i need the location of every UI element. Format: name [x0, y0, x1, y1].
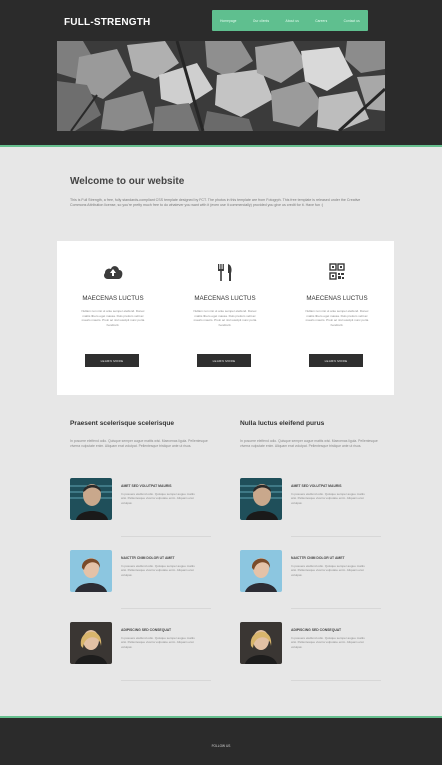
woman-photo: [240, 622, 282, 664]
divider: [121, 608, 211, 609]
list-item: NAICTTR CNIM DOLOR UT AMET In posuere el…: [70, 550, 220, 612]
nav-item-contact-us[interactable]: Contact us: [344, 19, 360, 23]
feature-title: MAECENAS LUCTUS: [306, 295, 368, 302]
features-panel: MAECENAS LUCTUS Nullam non nisi ut ante …: [57, 241, 394, 395]
feature-card: MAECENAS LUCTUS Nullam non nisi ut ante …: [169, 241, 281, 395]
learn-more-button[interactable]: LEARN MORE: [197, 354, 251, 367]
man-photo: [240, 478, 282, 520]
nav-item-careers[interactable]: Careers: [315, 19, 327, 23]
item-title[interactable]: AMET SED VOLUTPAT MAURIS: [121, 484, 172, 488]
footer-accent-line: [0, 716, 442, 718]
item-title[interactable]: ADIPISCING SED CONSEQUAT: [121, 628, 171, 632]
woman-photo: [70, 622, 112, 664]
cutlery-icon: [218, 264, 232, 281]
site-header: FULL-STRENGTH Homepage Our clients About…: [0, 0, 442, 147]
rocks-photo: [57, 40, 387, 133]
learn-more-button[interactable]: LEARN MORE: [85, 354, 139, 367]
hero-image: [57, 40, 387, 133]
feature-title: MAECENAS LUCTUS: [194, 295, 256, 302]
column-intro: In posuere eleifend odio. Quisque semper…: [240, 439, 378, 448]
list-item: ADIPISCING SED CONSEQUAT In posuere elei…: [240, 622, 390, 684]
item-text: In posuere eleifend odio. Quisque semper…: [121, 564, 195, 577]
main-nav: Homepage Our clients About us Careers Co…: [212, 10, 368, 31]
nav-item-our-clients[interactable]: Our clients: [253, 19, 269, 23]
site-logo[interactable]: FULL-STRENGTH: [64, 17, 150, 28]
item-text: In posuere eleifend odio. Quisque semper…: [291, 564, 365, 577]
divider: [121, 536, 211, 537]
feature-card: MAECENAS LUCTUS Nullam non nisi ut ante …: [57, 241, 169, 395]
divider: [291, 536, 381, 537]
right-column: Nulla luctus eleifend purus In posuere e…: [240, 420, 390, 449]
item-title[interactable]: NAICTTR CNIM DOLOR UT AMET: [291, 556, 345, 560]
divider: [121, 680, 211, 681]
item-text: In posuere eleifend odio. Quisque semper…: [291, 492, 365, 505]
item-text: In posuere eleifend odio. Quisque semper…: [121, 636, 195, 649]
left-column: Praesent scelerisque scelerisque In posu…: [70, 420, 220, 449]
item-text: In posuere eleifend odio. Quisque semper…: [291, 636, 365, 649]
feature-text: Nullam non nisi ut ante semper eleifend.…: [193, 309, 257, 327]
man-photo: [70, 478, 112, 520]
list-item: NAICTTR CNIM DOLOR UT AMET In posuere el…: [240, 550, 390, 612]
learn-more-button[interactable]: LEARN MORE: [309, 354, 363, 367]
item-title[interactable]: NAICTTR CNIM DOLOR UT AMET: [121, 556, 175, 560]
woman-photo: [240, 550, 282, 592]
feature-card: MAECENAS LUCTUS Nullam non nisi ut ante …: [281, 241, 393, 395]
column-intro: In posuere eleifend odio. Quisque semper…: [70, 439, 208, 448]
welcome-text: This is Full Strength, a free, fully sta…: [70, 198, 361, 208]
divider: [291, 680, 381, 681]
nav-item-about-us[interactable]: About us: [286, 19, 299, 23]
qrcode-icon: [329, 263, 345, 280]
item-title[interactable]: ADIPISCING SED CONSEQUAT: [291, 628, 341, 632]
item-text: In posuere eleifend odio. Quisque semper…: [121, 492, 195, 505]
column-title: Nulla luctus eleifend purus: [240, 420, 325, 427]
divider: [291, 608, 381, 609]
column-title: Praesent scelerisque scelerisque: [70, 420, 175, 427]
list-item: AMET SED VOLUTPAT MAURIS In posuere elei…: [240, 478, 390, 540]
site-footer: FOLLOW US: [0, 716, 442, 765]
footer-text[interactable]: FOLLOW US: [0, 744, 442, 748]
item-title[interactable]: AMET SED VOLUTPAT MAURIS: [291, 484, 342, 488]
feature-title: MAECENAS LUCTUS: [82, 295, 144, 302]
list-item: ADIPISCING SED CONSEQUAT In posuere elei…: [70, 622, 220, 684]
welcome-title: Welcome to our website: [70, 176, 185, 187]
feature-text: Nullam non nisi ut ante semper eleifend.…: [81, 309, 145, 327]
cloud-upload-icon: [104, 266, 123, 279]
woman-photo: [70, 550, 112, 592]
feature-text: Nullam non nisi ut ante semper eleifend.…: [305, 309, 369, 327]
list-item: AMET SED VOLUTPAT MAURIS In posuere elei…: [70, 478, 220, 540]
nav-item-homepage[interactable]: Homepage: [220, 19, 236, 23]
header-accent-line: [0, 145, 442, 147]
